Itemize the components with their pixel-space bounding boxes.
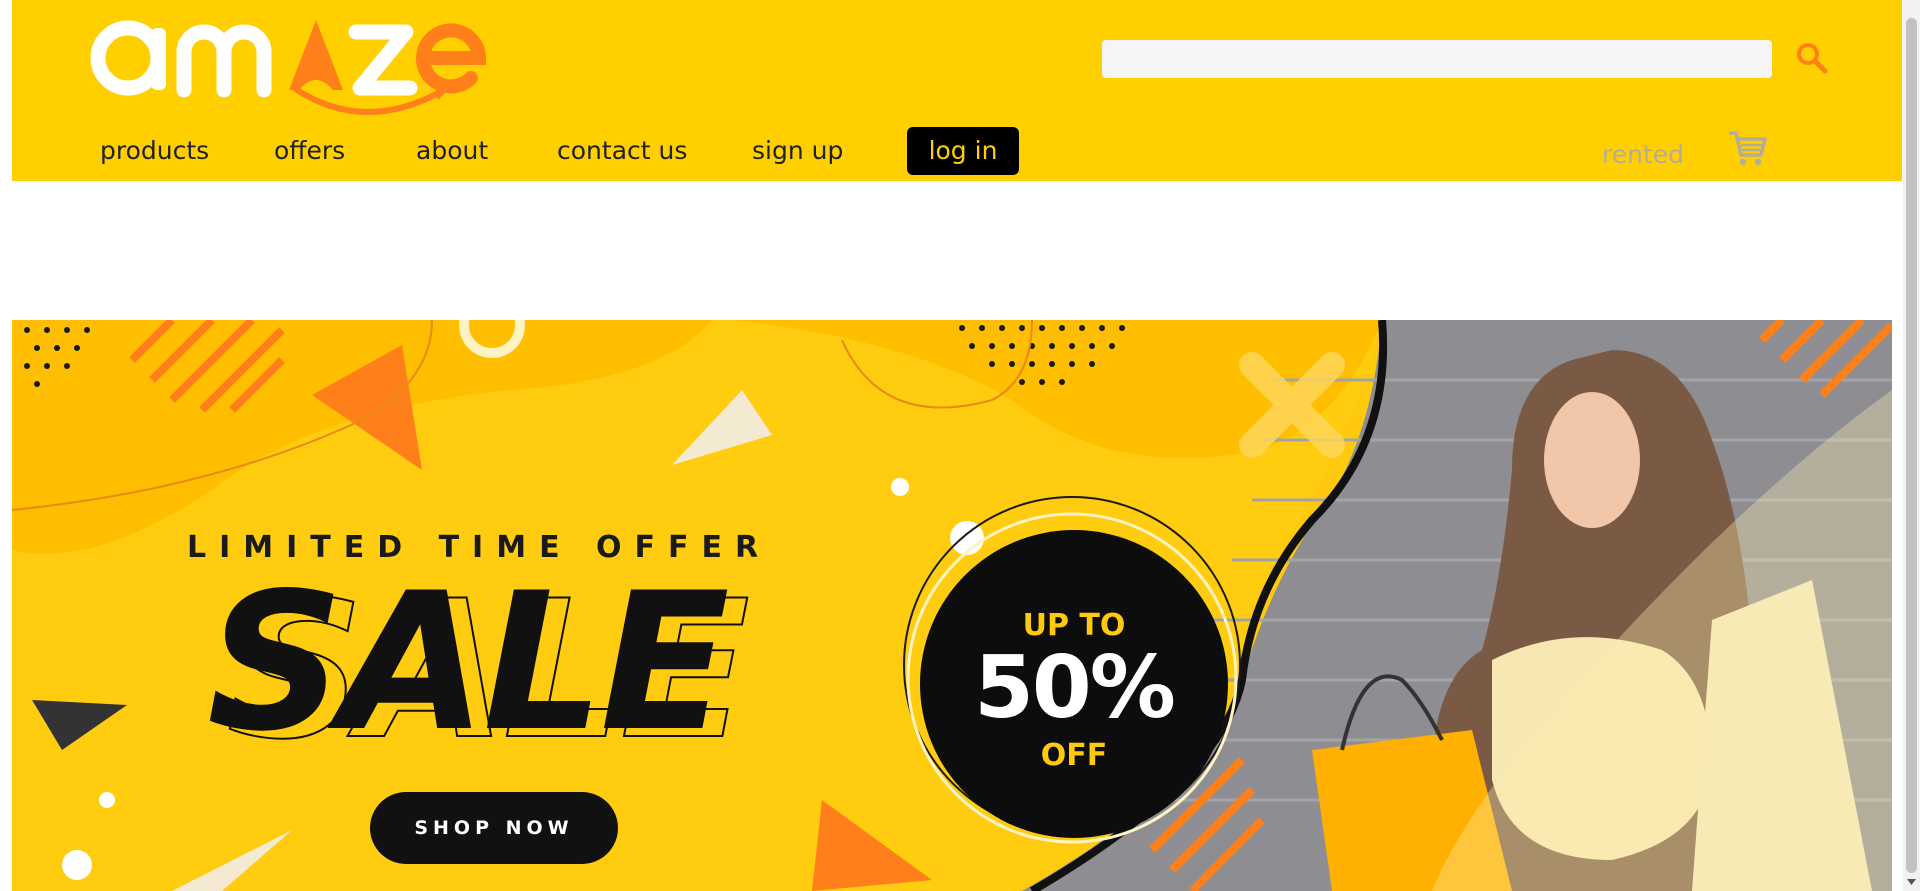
discount-badge: UP TO 50% OFF [920, 530, 1228, 838]
shop-now-button[interactable]: SHOP NOW [370, 792, 618, 864]
site-header: products offers about contact us sign up… [12, 0, 1902, 181]
logo-graphic [90, 20, 487, 115]
search-icon [1797, 42, 1828, 73]
page-scrollbar[interactable] [1903, 0, 1920, 891]
nav-offers[interactable]: offers [274, 125, 345, 177]
nav-contact-us[interactable]: contact us [557, 125, 687, 177]
search-input[interactable] [1102, 40, 1772, 78]
nav-about[interactable]: about [416, 125, 488, 177]
scrollbar-thumb[interactable] [1906, 18, 1917, 873]
search-button[interactable] [1792, 40, 1832, 78]
badge-percent: 50% [974, 638, 1176, 738]
banner-sale-text: SALE [207, 552, 730, 773]
login-button[interactable]: log in [907, 127, 1019, 175]
sale-banner[interactable]: LIMITED TIME OFFER SALE SALE UP TO 50% O… [12, 320, 1892, 891]
logo[interactable] [84, 10, 504, 120]
scroll-down-arrow-icon[interactable] [1906, 876, 1917, 888]
nav-sign-up[interactable]: sign up [752, 125, 843, 177]
page: products offers about contact us sign up… [0, 0, 1920, 891]
cart-icon[interactable] [1727, 128, 1769, 170]
main-nav: products offers about contact us sign up… [12, 125, 1112, 177]
rented-link[interactable]: rented [1602, 140, 1684, 169]
nav-products[interactable]: products [100, 125, 209, 177]
badge-off: OFF [1040, 738, 1108, 773]
